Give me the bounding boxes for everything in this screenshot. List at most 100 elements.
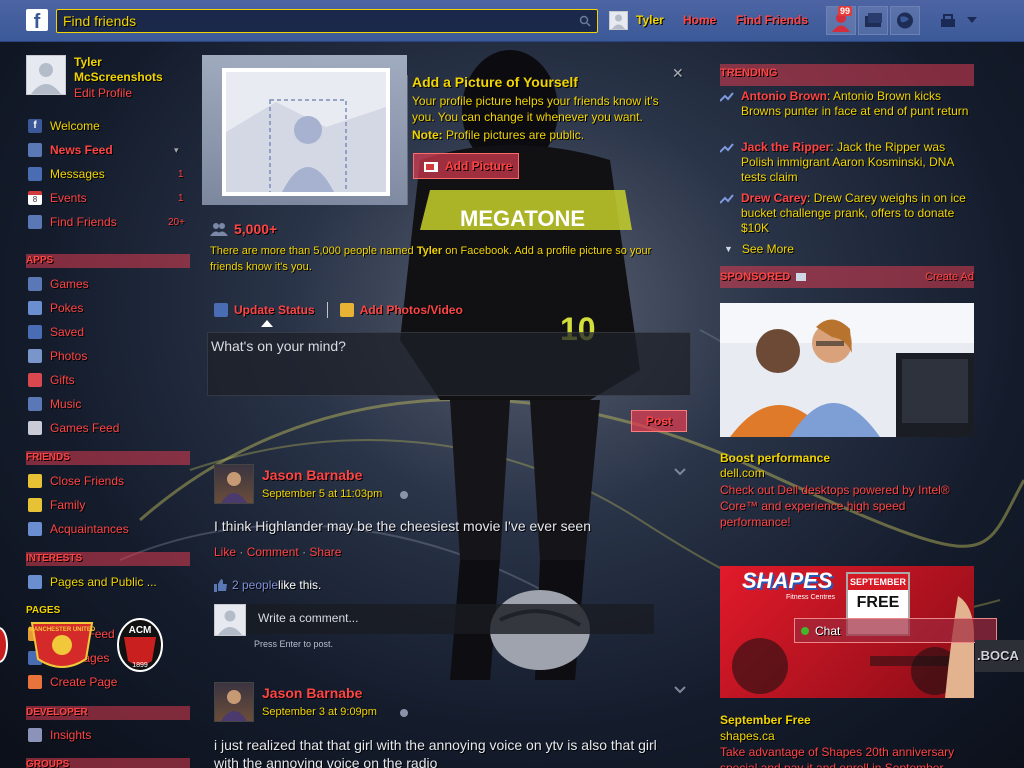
likes-people-link[interactable]: 2 people [232,578,278,592]
ad-2-domain[interactable]: shapes.ca [720,729,775,743]
find-friends-icon [28,215,42,229]
share-link[interactable]: Share [309,545,341,559]
section-header-apps[interactable]: APPS [26,254,190,268]
placeholder-photo-frame[interactable] [222,68,390,196]
sidebar-item-close-friends[interactable]: Close Friends [28,472,124,490]
add-picture-button[interactable]: Add Picture [413,153,519,179]
sidebar-item-insights[interactable]: Insights [28,726,91,744]
options-chevron-icon[interactable]: ▾ [174,145,179,156]
ad-1-domain[interactable]: dell.com [720,466,765,480]
likes-rest-text: like this. [278,578,322,592]
ad-2-text[interactable]: Take advantage of Shapes 20th anniversar… [720,744,972,768]
trending-item-3[interactable]: Drew Carey: Drew Carey weighs in on ice … [720,191,970,236]
friend-requests-jewel[interactable]: 99 [826,6,856,35]
trending-arrow-icon [720,143,734,153]
sidebar-item-label: Games Feed [50,421,120,435]
pencil-icon [214,303,228,317]
sidebar-item-pokes[interactable]: Pokes [28,299,83,317]
tab-separator [326,302,328,318]
comment-input[interactable]: Write a comment... [258,611,358,625]
author-avatar[interactable] [214,682,254,722]
section-header-groups[interactable]: GROUPS [26,758,190,768]
section-header-developer[interactable]: DEVELOPER [26,706,190,720]
sidebar-item-gifts[interactable]: Gifts [28,371,75,389]
calendar-free-label: FREE [856,594,900,611]
comment-link[interactable]: Comment [247,545,299,559]
story-author-name[interactable]: Jason Barnabe [262,467,362,483]
sidebar-item-music[interactable]: Music [28,395,81,413]
chat-tab[interactable]: Chat [794,618,997,643]
topbar-home-link[interactable]: Home [683,13,716,27]
story-1: Jason Barnabe September 5 at 11:03pm I t… [214,464,690,654]
sidebar-item-games-feed[interactable]: Games Feed [28,419,119,437]
sidebar-item-pages-and-public[interactable]: Pages and Public ... [28,573,157,591]
topbar-find-friends-link[interactable]: Find Friends [736,13,808,27]
trending-topic-name[interactable]: Antonio Brown [741,89,827,103]
author-avatar[interactable] [214,464,254,504]
sidebar-item-photos[interactable]: Photos [28,347,87,365]
edit-profile-link[interactable]: Edit Profile [74,86,132,100]
sidebar-item-create-page[interactable]: Create Page [28,673,117,691]
sidebar-item-label: Gifts [50,373,75,387]
tab-add-photos[interactable]: Add Photos/Video [339,303,463,317]
ad-1-title[interactable]: Boost performance [720,451,830,465]
shapes-logo-sub: Fitness Centres [786,594,836,601]
ad-1-text[interactable]: Check out Dell desktops powered by Intel… [720,482,972,530]
user-avatar[interactable] [609,11,628,30]
trending-item-1[interactable]: Antonio Brown: Antonio Brown kicks Brown… [720,89,970,119]
sponsored-label: SPONSORED [720,271,791,283]
trending-topic-name[interactable]: Drew Carey [741,191,807,205]
trending-arrow-icon [720,92,734,102]
story-timestamp[interactable]: September 3 at 9:09pm [262,706,377,718]
sidebar-item-news-feed[interactable]: News Feed ▾ [28,141,188,159]
like-link[interactable]: Like [214,545,236,559]
left-profile-avatar[interactable] [26,55,66,95]
pokes-icon [28,301,42,315]
bookmark-icon [28,325,42,339]
topbar-user-name[interactable]: Tyler [636,13,664,27]
search-input[interactable]: Find friends [63,13,136,29]
calendar-icon: 8 [28,191,42,205]
sidebar-item-welcome[interactable]: f Welcome [28,117,188,135]
sidebar-item-label: Create Page [50,675,118,689]
sidebar-item-acquaintances[interactable]: Acquaintances [28,520,129,538]
status-textarea[interactable]: What's on your mind? [207,332,691,396]
story-author-name[interactable]: Jason Barnabe [262,685,362,701]
trending-item-2[interactable]: Jack the Ripper: Jack the Ripper was Pol… [720,140,970,185]
comment-box[interactable]: Write a comment... [214,604,654,636]
notification-count-badge: 99 [838,6,853,16]
messages-jewel[interactable] [858,6,888,35]
sidebar-item-label: Games [50,277,89,291]
search-icon[interactable] [579,15,591,27]
post-button[interactable]: Post [631,410,687,432]
sidebar-item-count: 1 [178,168,184,180]
story-options-chevron-down-icon[interactable] [674,686,686,694]
section-header-interests[interactable]: INTERESTS [26,552,190,566]
facebook-icon: f [28,119,42,133]
trending-topic-name[interactable]: Jack the Ripper [741,140,830,154]
sidebar-item-games[interactable]: Games [28,275,89,293]
privacy-shortcuts-icon[interactable] [940,14,956,28]
sidebar-item-saved[interactable]: Saved [28,323,84,341]
account-menu-chevron-down-icon[interactable] [967,17,977,24]
chevron-down-icon: ▼ [724,244,733,254]
sidebar-item-count: 20+ [168,216,185,228]
story-options-chevron-down-icon[interactable] [674,468,686,476]
trending-see-more[interactable]: ▼ See More [724,242,794,256]
create-ad-link[interactable]: Create Ad [925,266,974,288]
search-box[interactable]: Find friends [56,9,598,33]
sidebar-item-family[interactable]: Family [28,496,85,514]
ac-milan-crest: ACM 1899 [117,618,163,672]
sidebar-item-find-friends[interactable]: Find Friends 20+ [28,213,188,231]
left-profile-name[interactable]: Tyler McScreenshots [74,55,174,85]
story-timestamp[interactable]: September 5 at 11:03pm [262,488,382,500]
ad-2-title[interactable]: September Free [720,713,811,727]
section-header-friends[interactable]: FRIENDS [26,451,190,465]
close-icon[interactable]: ✕ [672,65,684,82]
facebook-logo[interactable]: f [26,9,48,33]
sidebar-item-messages[interactable]: Messages 1 [28,165,188,183]
notifications-jewel[interactable] [890,6,920,35]
dell-ad-image[interactable] [720,303,974,437]
sidebar-item-events[interactable]: 8 Events 1 [28,189,188,207]
tab-update-status[interactable]: Update Status [214,303,315,317]
